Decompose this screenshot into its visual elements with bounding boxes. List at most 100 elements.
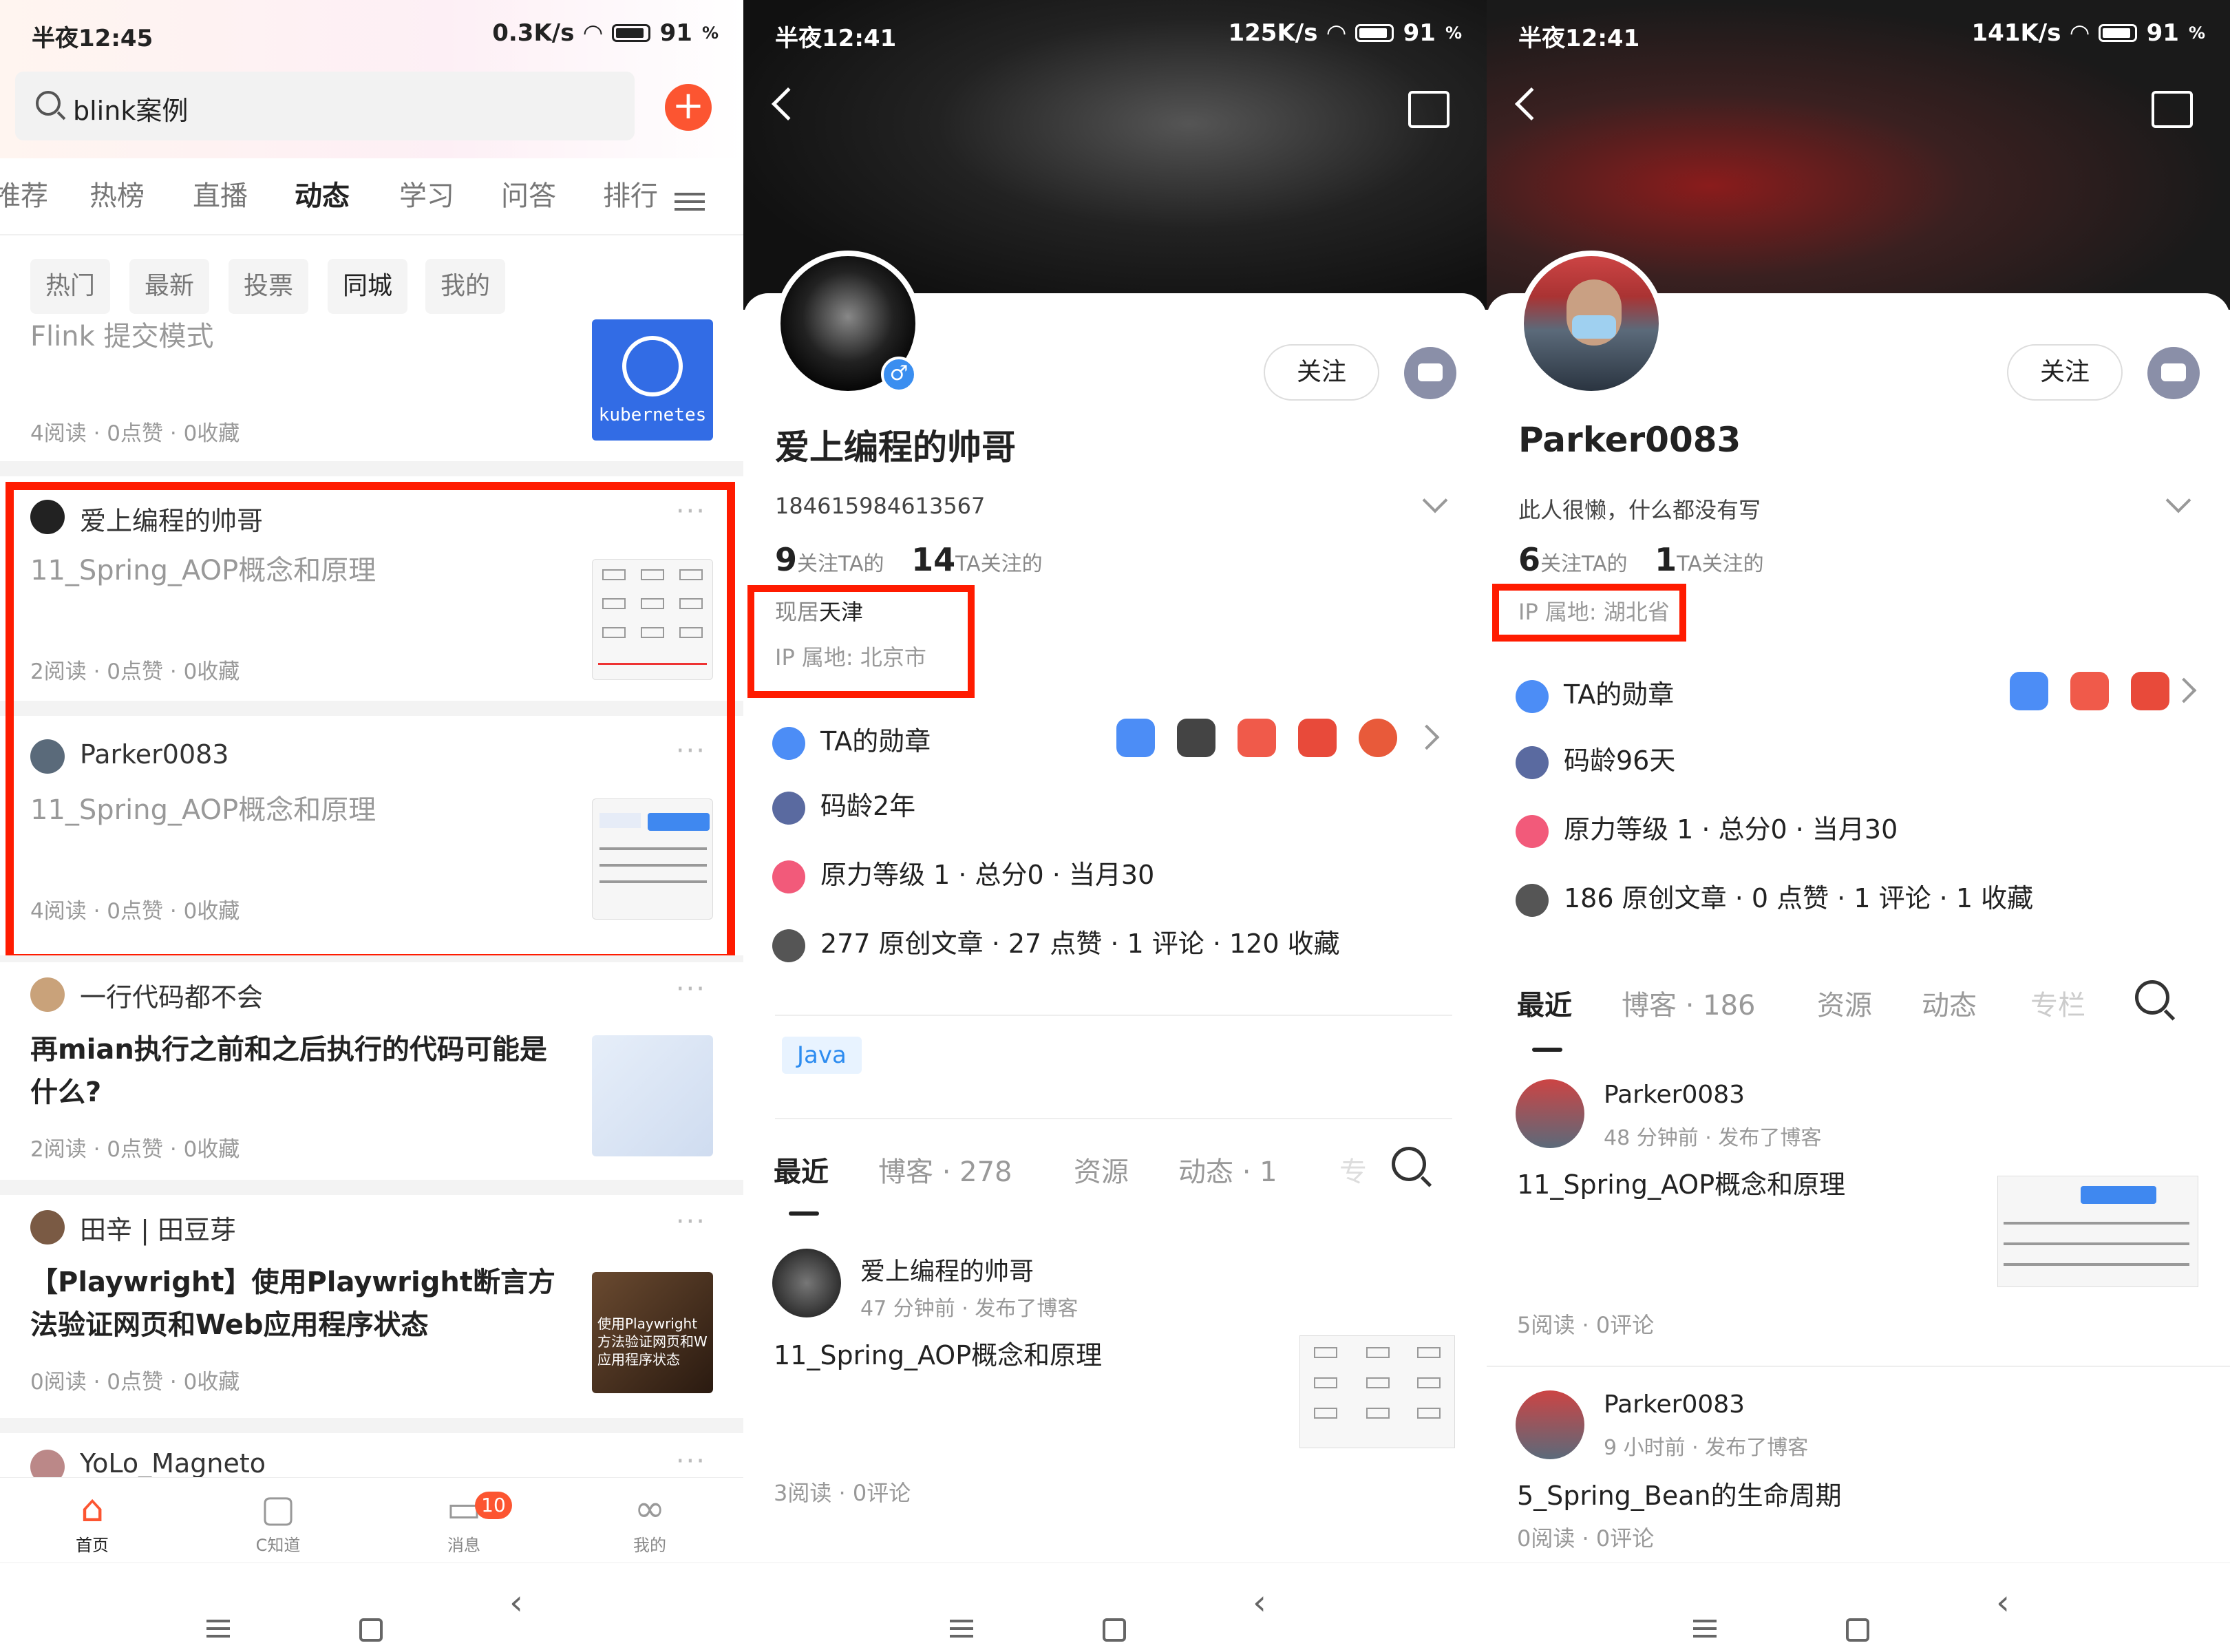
system-nav-bar: ‹	[0, 1563, 743, 1652]
tab-learn[interactable]: 学习	[399, 173, 454, 213]
following-label[interactable]: TA关注的	[1677, 552, 1764, 576]
phone-feed-screen: 半夜12:45 0.3K/s ◠ 91% blink案例 + 推荐 热榜 直播 动态…	[0, 0, 743, 1652]
feed-title: 【Playwright】使用Playwright断言方法验证网页和Web应用程序…	[30, 1267, 555, 1341]
nav-messages[interactable]: ▭ 消息 10	[423, 1486, 512, 1556]
medals-row[interactable]: TA的勋章	[772, 720, 931, 760]
nav-cknow[interactable]: ▢ C知道	[237, 1486, 319, 1556]
tab-live[interactable]: 直播	[193, 173, 248, 213]
tab-dynamic[interactable]: 动态	[295, 173, 350, 213]
tab-dynamic[interactable]: 动态 · 1	[1178, 1150, 1277, 1189]
thumb-label: kubernetes	[598, 405, 707, 425]
more-icon[interactable]: ···	[676, 973, 706, 1005]
avatar[interactable]	[1518, 251, 1664, 396]
tab-resources[interactable]: 资源	[1817, 983, 1872, 1023]
system-nav-bar: ‹	[1487, 1563, 2230, 1652]
tab-resources[interactable]: 资源	[1074, 1150, 1129, 1189]
profile-card-icon[interactable]	[1408, 91, 1450, 128]
tab-column[interactable]: 专	[1339, 1150, 1367, 1189]
feed-meta: 0阅读 · 0点赞 · 0收藏	[30, 1370, 240, 1395]
post-item[interactable]: Parker0083 48 分钟前 · 发布了博客 11_Spring_AOP概…	[1487, 1066, 2230, 1368]
following-label[interactable]: TA关注的	[955, 552, 1043, 576]
articles-row: 277 原创文章 · 27 点赞 · 1 评论 · 120 收藏	[772, 922, 1340, 962]
subtab-mine[interactable]: 我的	[425, 259, 506, 314]
follow-button[interactable]: 关注	[2007, 344, 2123, 401]
battery-level: 91	[659, 19, 692, 47]
code-age-row: 码龄96天	[1516, 739, 1675, 779]
tab-column[interactable]: 专栏	[2030, 983, 2085, 1023]
more-icon[interactable]: ···	[676, 1206, 706, 1238]
home-icon: ⌂	[80, 1487, 105, 1530]
back-icon[interactable]: ‹	[509, 1582, 523, 1622]
profile-card-icon[interactable]	[2152, 91, 2193, 128]
feed-author: YoLo_Magneto	[80, 1448, 266, 1477]
tab-recent[interactable]: 最近	[1517, 983, 1572, 1023]
back-icon[interactable]: ‹	[1996, 1582, 2010, 1622]
net-speed: 0.3K/s	[492, 19, 575, 47]
search-query: blink案例	[73, 96, 189, 126]
status-time: 半夜12:45	[32, 25, 153, 52]
wifi-icon: ◠	[584, 19, 602, 47]
nav-label: 消息	[447, 1536, 480, 1555]
tab-dynamic[interactable]: 动态	[1922, 983, 1977, 1023]
tab-recent[interactable]: 最近	[774, 1150, 829, 1189]
thumb-text-line	[2004, 1222, 2189, 1225]
battery-icon	[1355, 24, 1394, 42]
feed-title: 再mian执行之前和之后执行的代码可能是什么?	[30, 1034, 547, 1108]
nav-label: 首页	[76, 1536, 109, 1555]
feed-author: 田辛 | 田豆芽	[80, 1215, 236, 1245]
tab-qa[interactable]: 问答	[501, 173, 556, 213]
nav-mine[interactable]: ∞ 我的	[608, 1486, 691, 1556]
message-button[interactable]	[2147, 347, 2200, 399]
feed-thumbnail: kubernetes	[592, 319, 713, 441]
nav-home[interactable]: ⌂ 首页	[51, 1486, 134, 1556]
message-badge: 10	[475, 1492, 512, 1519]
followers-label[interactable]: 关注TA的	[797, 552, 884, 576]
thumb-button	[2081, 1186, 2156, 1204]
avatar	[30, 1210, 65, 1245]
search-icon[interactable]	[2135, 980, 2169, 1015]
message-button[interactable]	[1404, 347, 1456, 399]
profile-name: 爱上编程的帅哥	[775, 427, 1016, 467]
divider	[1487, 1366, 2230, 1367]
post-item[interactable]: 爱上编程的帅哥 47 分钟前 · 发布了博客 11_Spring_AOP概念和原…	[743, 1232, 1487, 1507]
following-count: 14	[911, 541, 956, 578]
tab-recommend[interactable]: 推荐	[0, 173, 48, 213]
phone-profile-screen: 半夜12:41 141K/s ◠ 91% 关注 Parker0083 此人很懒，什么…	[1487, 0, 2230, 1652]
followers-label[interactable]: 关注TA的	[1540, 552, 1628, 576]
avatar	[30, 1450, 65, 1477]
subtab-hot[interactable]: 热门	[30, 259, 111, 314]
status-bar: 半夜12:41 125K/s ◠ 91%	[775, 19, 1462, 52]
subtab-latest[interactable]: 最新	[129, 259, 210, 314]
tab-hot[interactable]: 热榜	[89, 173, 145, 213]
divider	[0, 234, 743, 235]
list-item[interactable]: YoLo_Magneto ···	[0, 1433, 743, 1477]
power-level: 原力等级 1 · 总分0 · 当月30	[820, 860, 1155, 890]
code-age-row: 码龄2年	[772, 785, 915, 825]
list-item[interactable]: Flink 提交模式 4阅读 · 0点赞 · 0收藏 kubernetes	[0, 315, 743, 461]
post-meta: 3阅读 · 0评论	[774, 1480, 911, 1506]
tab-rank[interactable]: 排行	[603, 173, 658, 213]
post-title: 11_Spring_AOP概念和原理	[774, 1340, 1103, 1370]
search-input[interactable]: blink案例	[15, 72, 635, 140]
list-item[interactable]: 田辛 | 田豆芽 ··· 【Playwright】使用Playwright断言方…	[0, 1195, 743, 1418]
highlight-box	[747, 585, 975, 698]
add-button[interactable]: +	[665, 84, 712, 131]
search-icon[interactable]	[1392, 1147, 1426, 1181]
skill-tag[interactable]: Java	[782, 1037, 862, 1074]
more-icon[interactable]: ···	[676, 1446, 706, 1477]
followers-count: 9	[775, 541, 798, 578]
post-thumbnail	[1299, 1335, 1455, 1448]
profile-name: Parker0083	[1518, 420, 1741, 460]
post-item[interactable]: Parker0083 9 小时前 · 发布了博客 5_Spring_Bean的生…	[1487, 1374, 2230, 1560]
follow-button[interactable]: 关注	[1264, 344, 1379, 401]
feed-meta: 2阅读 · 0点赞 · 0收藏	[30, 1137, 240, 1162]
profile-bio: 184615984613567	[775, 493, 986, 519]
back-icon[interactable]: ‹	[1253, 1582, 1266, 1622]
tab-blog[interactable]: 博客 · 278	[878, 1150, 1012, 1189]
subtab-local[interactable]: 同城	[328, 259, 408, 314]
medals-row[interactable]: TA的勋章	[1516, 673, 1674, 713]
badge-icon	[1359, 719, 1397, 757]
tab-blog[interactable]: 博客 · 186	[1622, 983, 1756, 1023]
list-item[interactable]: 一行代码都不会 ··· 再mian执行之前和之后执行的代码可能是什么? 2阅读 …	[0, 962, 743, 1180]
subtab-vote[interactable]: 投票	[229, 259, 309, 314]
